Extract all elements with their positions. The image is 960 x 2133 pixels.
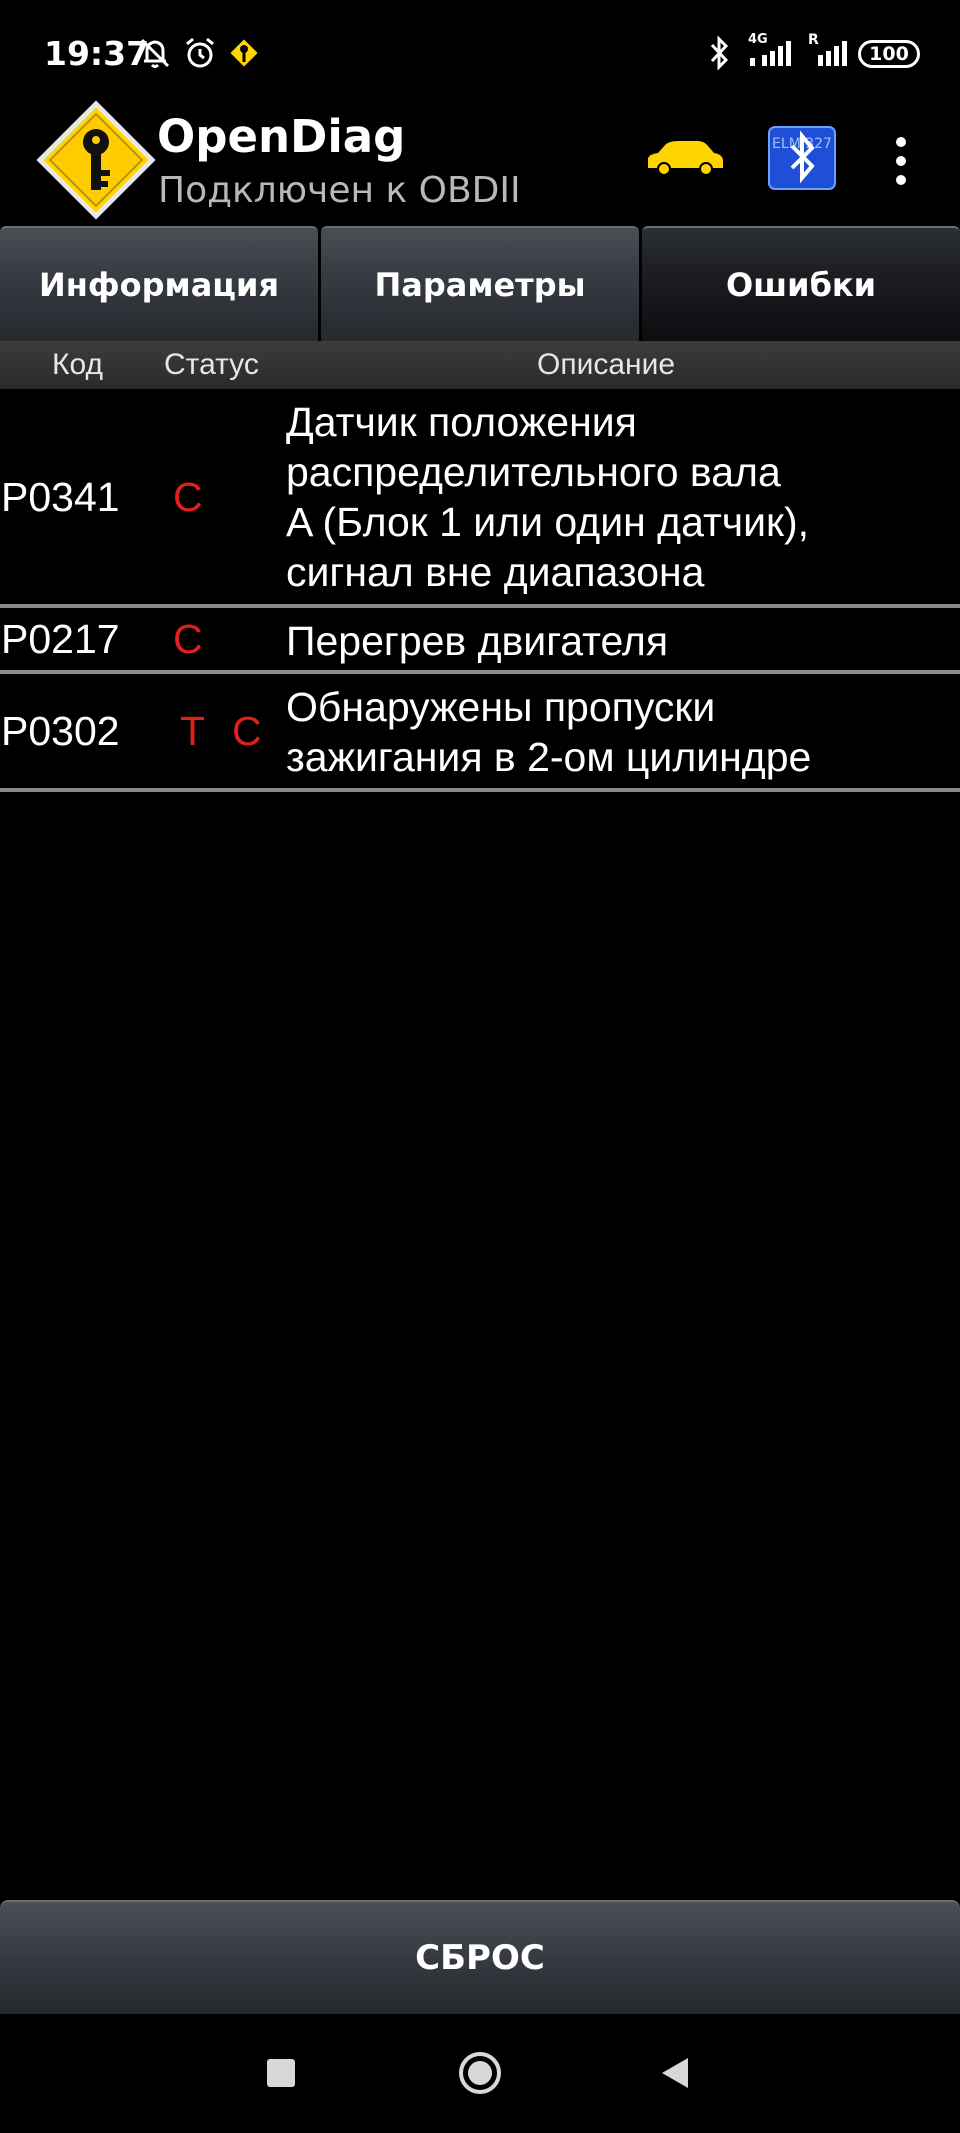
error-list: P0341 C Датчик положения распределительн… bbox=[0, 389, 960, 792]
app-bar: OpenDiag Подключен к OBDII ELM 327 bbox=[0, 100, 960, 226]
tab-information[interactable]: Информация bbox=[0, 226, 318, 341]
error-row[interactable]: P0302 T C Обнаружены пропуски зажигания … bbox=[0, 674, 960, 792]
status-c: C bbox=[232, 708, 262, 754]
column-status: Статус bbox=[164, 348, 259, 381]
tab-parameters[interactable]: Параметры bbox=[321, 226, 639, 341]
navigation-bar bbox=[0, 2014, 960, 2133]
opendiag-notification-icon bbox=[227, 36, 261, 70]
key-warning-sign-icon bbox=[36, 100, 156, 220]
signal-roaming-icon: R bbox=[806, 32, 848, 70]
status-c: C bbox=[173, 616, 203, 662]
status-bar: 19:37 4G R 100 bbox=[0, 0, 960, 110]
alarm-icon bbox=[186, 37, 214, 68]
circle-home-icon[interactable] bbox=[458, 2051, 502, 2095]
error-description: Датчик положения распределительного вала… bbox=[286, 399, 810, 595]
error-row[interactable]: P0217 C Перегрев двигателя bbox=[0, 608, 960, 674]
triangle-back-icon[interactable] bbox=[660, 2057, 690, 2089]
notifications-off-icon bbox=[140, 38, 170, 68]
more-vert-icon[interactable] bbox=[886, 134, 916, 188]
battery-level: 100 bbox=[869, 43, 909, 65]
error-code: P0341 bbox=[1, 474, 120, 520]
error-description: Перегрев двигателя bbox=[286, 618, 669, 664]
column-description: Описание bbox=[537, 348, 676, 381]
bluetooth-elm327-icon[interactable]: ELM 327 bbox=[768, 126, 836, 190]
error-row[interactable]: P0341 C Датчик положения распределительн… bbox=[0, 389, 960, 608]
battery-icon: 100 bbox=[858, 40, 920, 68]
column-header: Код Статус Описание bbox=[0, 341, 960, 389]
app-title: OpenDiag bbox=[157, 110, 406, 163]
status-time: 19:37 bbox=[44, 34, 150, 73]
error-code: P0217 bbox=[1, 616, 120, 662]
error-description: Обнаружены пропуски зажигания в 2-ом цил… bbox=[286, 684, 812, 780]
square-recents-icon[interactable] bbox=[266, 2058, 296, 2088]
bluetooth-icon bbox=[710, 36, 729, 70]
error-code: P0302 bbox=[1, 708, 120, 754]
reset-button[interactable]: СБРОС bbox=[0, 1900, 960, 2014]
tab-errors[interactable]: Ошибки bbox=[642, 226, 960, 341]
status-c: C bbox=[173, 474, 203, 520]
signal-4g-icon: 4G bbox=[748, 32, 800, 70]
status-t: T bbox=[180, 708, 206, 754]
connection-status: Подключен к OBDII bbox=[158, 170, 521, 211]
column-code: Код bbox=[52, 348, 104, 381]
car-icon[interactable] bbox=[644, 136, 726, 178]
tab-bar: Информация Параметры Ошибки bbox=[0, 226, 960, 341]
